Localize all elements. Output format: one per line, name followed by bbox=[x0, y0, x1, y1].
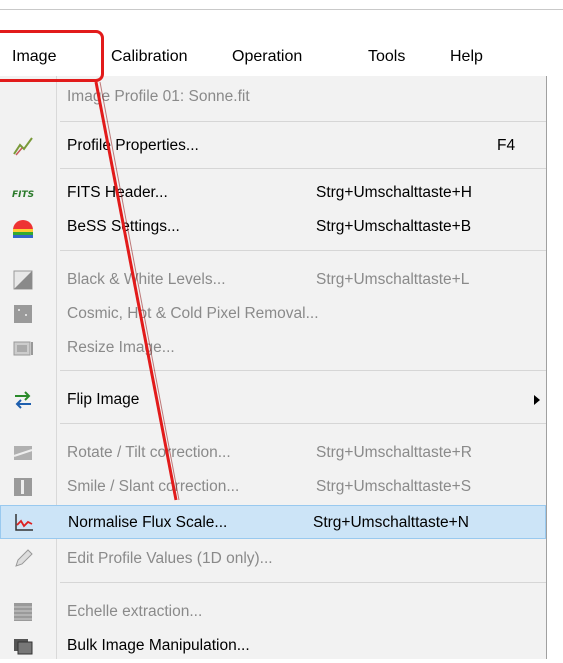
menu-item-bess-settings[interactable]: BeSS Settings... Strg+Umschalttaste+B bbox=[0, 210, 546, 244]
menu-item-rotate-tilt[interactable]: Rotate / Tilt correction... Strg+Umschal… bbox=[0, 436, 546, 470]
echelle-icon bbox=[14, 603, 32, 621]
menu-item-flip-image[interactable]: Flip Image bbox=[0, 383, 546, 417]
menu-item-pixel-removal[interactable]: Cosmic, Hot & Cold Pixel Removal... bbox=[0, 297, 546, 331]
menu-item-fits-header[interactable]: FITS FITS Header... Strg+Umschalttaste+H bbox=[0, 176, 546, 210]
menu-item-bulk-image-manipulation[interactable]: Bulk Image Manipulation... bbox=[0, 629, 546, 663]
menu-header: Image Profile 01: Sonne.fit bbox=[0, 80, 546, 114]
flip-icon bbox=[15, 391, 31, 409]
menu-separator bbox=[60, 250, 546, 251]
fits-icon: FITS bbox=[12, 190, 34, 200]
pixel-removal-icon bbox=[14, 305, 32, 323]
menu-item-profile-properties[interactable]: Profile Properties... F4 bbox=[0, 129, 546, 163]
menu-item-normalise-flux-scale[interactable]: Normalise Flux Scale... Strg+Umschalttas… bbox=[0, 505, 546, 539]
menu-header-label: Image Profile 01: Sonne.fit bbox=[67, 88, 250, 105]
menu-separator bbox=[60, 121, 546, 122]
menu-operation[interactable]: Operation bbox=[232, 38, 302, 76]
resize-icon bbox=[13, 341, 33, 356]
submenu-arrow-icon bbox=[534, 395, 540, 405]
menu-separator bbox=[60, 423, 546, 424]
menu-separator bbox=[60, 168, 546, 169]
menu-item-smile-slant[interactable]: Smile / Slant correction... Strg+Umschal… bbox=[0, 470, 546, 504]
levels-icon bbox=[13, 270, 33, 290]
profile-properties-icon bbox=[13, 137, 33, 156]
pencil-icon bbox=[15, 549, 33, 567]
rotate-icon bbox=[13, 446, 33, 460]
flux-scale-icon bbox=[15, 514, 33, 531]
menu-item-black-white-levels[interactable]: Black & White Levels... Strg+Umschalttas… bbox=[0, 263, 546, 297]
bess-icon bbox=[13, 220, 33, 238]
svg-text:FITS: FITS bbox=[12, 190, 34, 200]
menu-tools[interactable]: Tools bbox=[368, 38, 405, 76]
smile-icon bbox=[14, 478, 32, 496]
menu-calibration[interactable]: Calibration bbox=[111, 38, 187, 76]
menu-item-resize-image[interactable]: Resize Image... bbox=[0, 331, 546, 365]
menu-item-edit-profile-values[interactable]: Edit Profile Values (1D only)... bbox=[0, 542, 546, 576]
bulk-icon bbox=[14, 639, 33, 655]
menu-item-echelle-extraction[interactable]: Echelle extraction... bbox=[0, 595, 546, 629]
menu-help[interactable]: Help bbox=[450, 38, 483, 76]
window-top-edge bbox=[0, 0, 563, 10]
menu-separator bbox=[60, 582, 546, 583]
annotation-highlight-box bbox=[0, 30, 104, 82]
menu-separator bbox=[60, 370, 546, 371]
